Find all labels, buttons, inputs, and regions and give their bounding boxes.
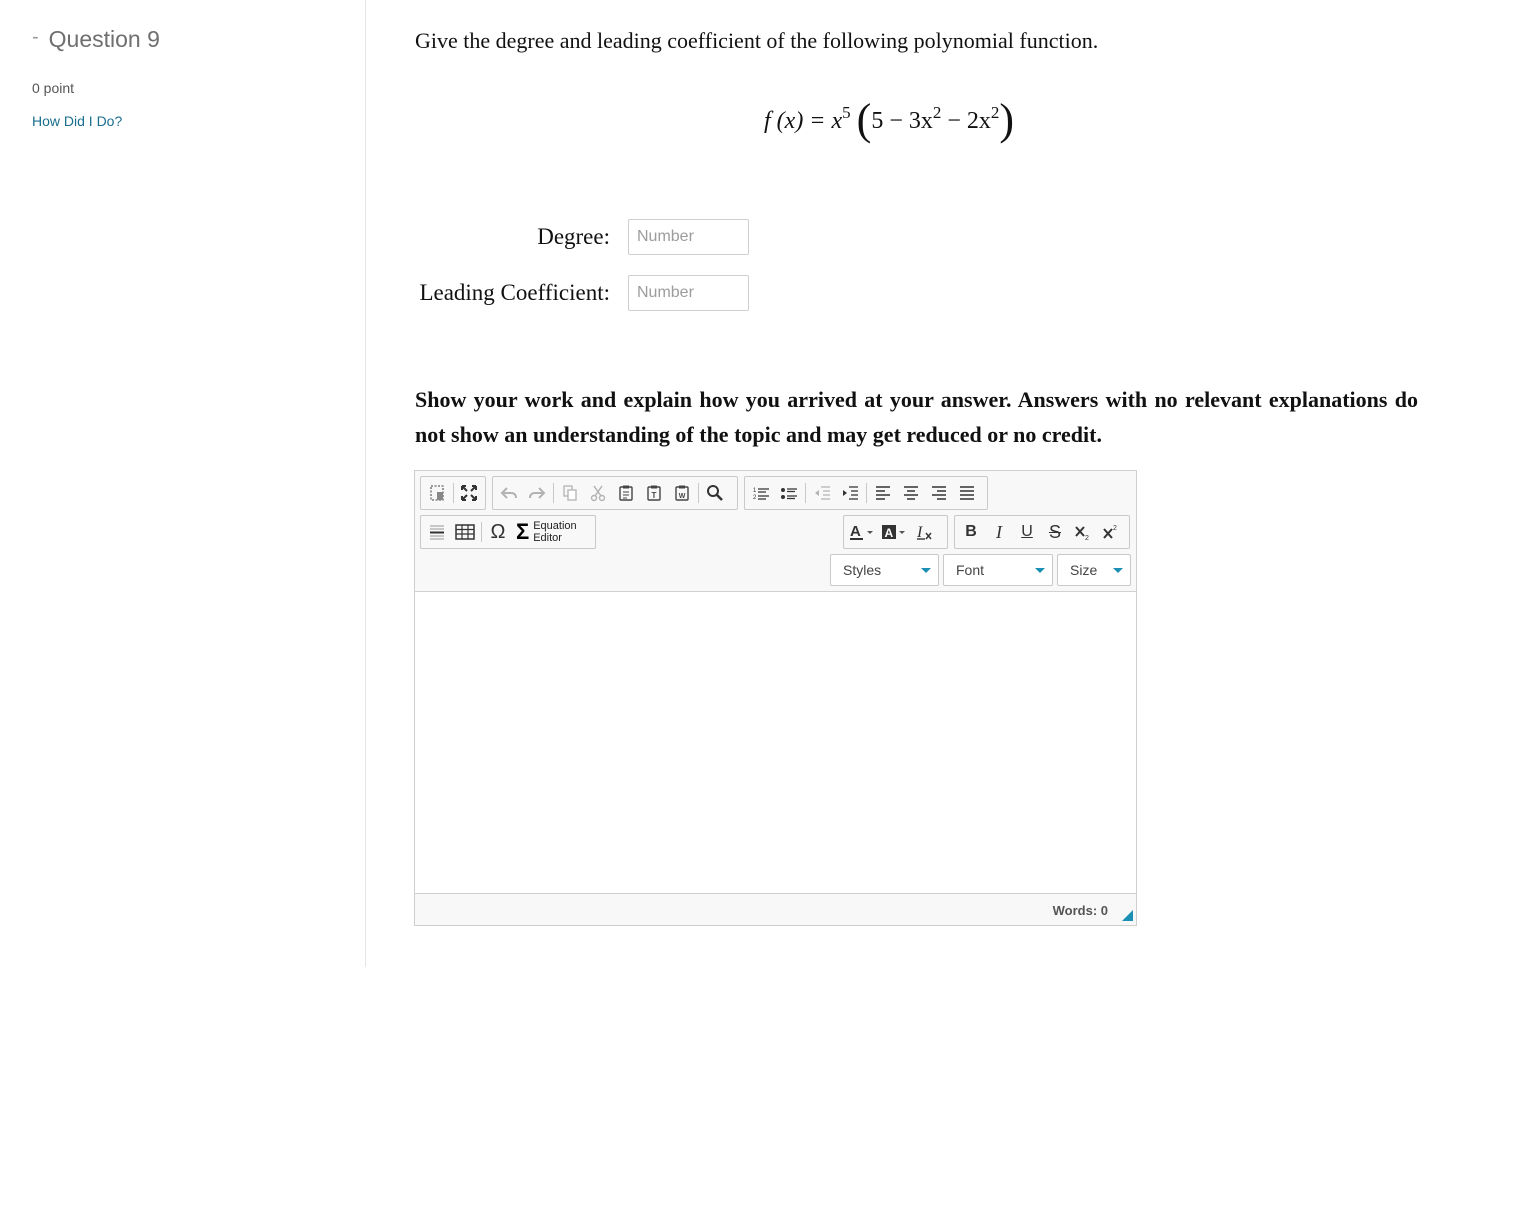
subscript-icon[interactable]: 2 bbox=[1069, 518, 1097, 546]
size-dropdown[interactable]: Size bbox=[1057, 554, 1131, 586]
equation-editor-line-2: Editor bbox=[533, 532, 562, 544]
polynomial-formula: f (x) = x5 (5 − 3x2 − 2x2) bbox=[764, 98, 1014, 142]
toolbar-separator bbox=[805, 483, 806, 503]
svg-text:2: 2 bbox=[1085, 535, 1089, 541]
left-paren: ( bbox=[856, 95, 872, 144]
styles-label: Styles bbox=[843, 562, 882, 578]
editor-status-bar: Words: 0 bbox=[415, 893, 1136, 925]
table-icon[interactable] bbox=[451, 518, 479, 546]
redo-icon[interactable] bbox=[523, 479, 551, 507]
font-label: Font bbox=[956, 562, 985, 578]
justify-icon[interactable] bbox=[953, 479, 981, 507]
toolbar-separator bbox=[481, 522, 482, 542]
superscript-icon[interactable]: 2 bbox=[1097, 518, 1125, 546]
size-label: Size bbox=[1070, 562, 1098, 578]
toolbar-separator bbox=[553, 483, 554, 503]
strikethrough-icon[interactable]: S bbox=[1041, 518, 1069, 546]
indent-icon[interactable] bbox=[836, 479, 864, 507]
svg-text:2: 2 bbox=[1113, 525, 1117, 532]
paste-text-icon[interactable]: T bbox=[640, 479, 668, 507]
toolbar-group-insert: Ω Σ Equation Editor bbox=[420, 515, 596, 549]
degree-input[interactable] bbox=[628, 219, 749, 255]
question-prompt: Give the degree and leading coefficient … bbox=[415, 28, 1099, 53]
align-right-icon[interactable] bbox=[925, 479, 953, 507]
cut-icon[interactable] bbox=[584, 479, 612, 507]
maximize-icon[interactable] bbox=[456, 479, 484, 507]
question-header[interactable]: - Question 9 bbox=[32, 26, 160, 53]
horizontal-line-icon[interactable] bbox=[423, 518, 451, 546]
special-char-icon[interactable]: Ω bbox=[484, 518, 512, 546]
word-count: Words: 0 bbox=[1052, 903, 1108, 918]
size-chevron-down-icon bbox=[1113, 568, 1123, 573]
leading-coefficient-row: Leading Coefficient: bbox=[380, 275, 749, 311]
how-did-i-do-link[interactable]: How Did I Do? bbox=[32, 113, 122, 129]
bulleted-list-icon[interactable] bbox=[775, 479, 803, 507]
numbered-list-icon[interactable]: 12 bbox=[747, 479, 775, 507]
toolbar-group-paragraph: 12 bbox=[744, 476, 988, 510]
align-center-icon[interactable] bbox=[897, 479, 925, 507]
toolbar-separator bbox=[698, 483, 699, 503]
question-title: Question 9 bbox=[48, 26, 160, 52]
svg-text:A: A bbox=[885, 526, 894, 540]
remove-format-icon[interactable]: I bbox=[910, 518, 938, 546]
work-instructions: Show your work and explain how you arriv… bbox=[415, 387, 1418, 447]
equation-editor-label: Equation Editor bbox=[533, 520, 576, 544]
font-chevron-down-icon bbox=[1035, 568, 1045, 573]
undo-icon[interactable] bbox=[495, 479, 523, 507]
equation-editor-button[interactable]: Σ Equation Editor bbox=[512, 519, 581, 545]
degree-row: Degree: bbox=[380, 219, 749, 255]
formula-exp-1: 5 bbox=[842, 103, 851, 122]
styles-dropdown[interactable]: Styles bbox=[830, 554, 939, 586]
toolbar-group-clipboard: T W bbox=[492, 476, 738, 510]
find-icon[interactable] bbox=[701, 479, 729, 507]
font-dropdown[interactable]: Font bbox=[943, 554, 1053, 586]
svg-text:W: W bbox=[679, 493, 686, 500]
underline-icon[interactable]: U bbox=[1013, 518, 1041, 546]
toolbar-group-basic-styles: B I U S 2 2 bbox=[954, 515, 1130, 549]
paste-word-icon[interactable]: W bbox=[668, 479, 696, 507]
paste-icon[interactable] bbox=[612, 479, 640, 507]
italic-icon[interactable]: I bbox=[985, 518, 1013, 546]
question-points: 0 point bbox=[32, 80, 75, 96]
toolbar-separator bbox=[866, 483, 867, 503]
outdent-icon[interactable] bbox=[808, 479, 836, 507]
formula-inner-b: − 2x bbox=[941, 108, 991, 134]
formula-inner-a: 5 − 3x bbox=[871, 108, 933, 134]
toolbar-group-colors: A A I bbox=[843, 515, 948, 549]
copy-icon[interactable] bbox=[556, 479, 584, 507]
styles-chevron-down-icon bbox=[921, 568, 931, 573]
bold-icon[interactable]: B bbox=[957, 518, 985, 546]
svg-text:A: A bbox=[850, 523, 861, 540]
right-paren: ) bbox=[999, 95, 1015, 144]
toolbar-group-document bbox=[420, 476, 486, 510]
leading-coefficient-label: Leading Coefficient: bbox=[419, 280, 610, 305]
svg-text:T: T bbox=[652, 491, 657, 500]
rich-text-editor: T W 12 Ω Σ Equation Editor A A I B I U S… bbox=[414, 470, 1137, 926]
sigma-icon: Σ bbox=[516, 519, 530, 544]
formula-lhs: f (x) = x bbox=[764, 108, 843, 134]
equation-editor-line-1: Equation bbox=[533, 520, 577, 532]
degree-label: Degree: bbox=[537, 224, 610, 249]
source-icon[interactable] bbox=[423, 479, 451, 507]
background-color-icon[interactable]: A bbox=[878, 518, 910, 546]
svg-text:2: 2 bbox=[753, 495, 757, 501]
editor-toolbar: T W 12 Ω Σ Equation Editor A A I B I U S… bbox=[415, 471, 1136, 592]
toolbar-separator bbox=[452, 483, 454, 503]
resize-handle-icon[interactable] bbox=[1122, 910, 1133, 921]
question-sidebar: - Question 9 0 point How Did I Do? bbox=[0, 0, 366, 967]
text-color-icon[interactable]: A bbox=[846, 518, 878, 546]
align-left-icon[interactable] bbox=[869, 479, 897, 507]
svg-text:1: 1 bbox=[753, 488, 757, 494]
leading-coefficient-input[interactable] bbox=[628, 275, 749, 311]
collapse-dash-icon[interactable]: - bbox=[32, 26, 39, 49]
editor-content-area[interactable] bbox=[415, 592, 1136, 893]
